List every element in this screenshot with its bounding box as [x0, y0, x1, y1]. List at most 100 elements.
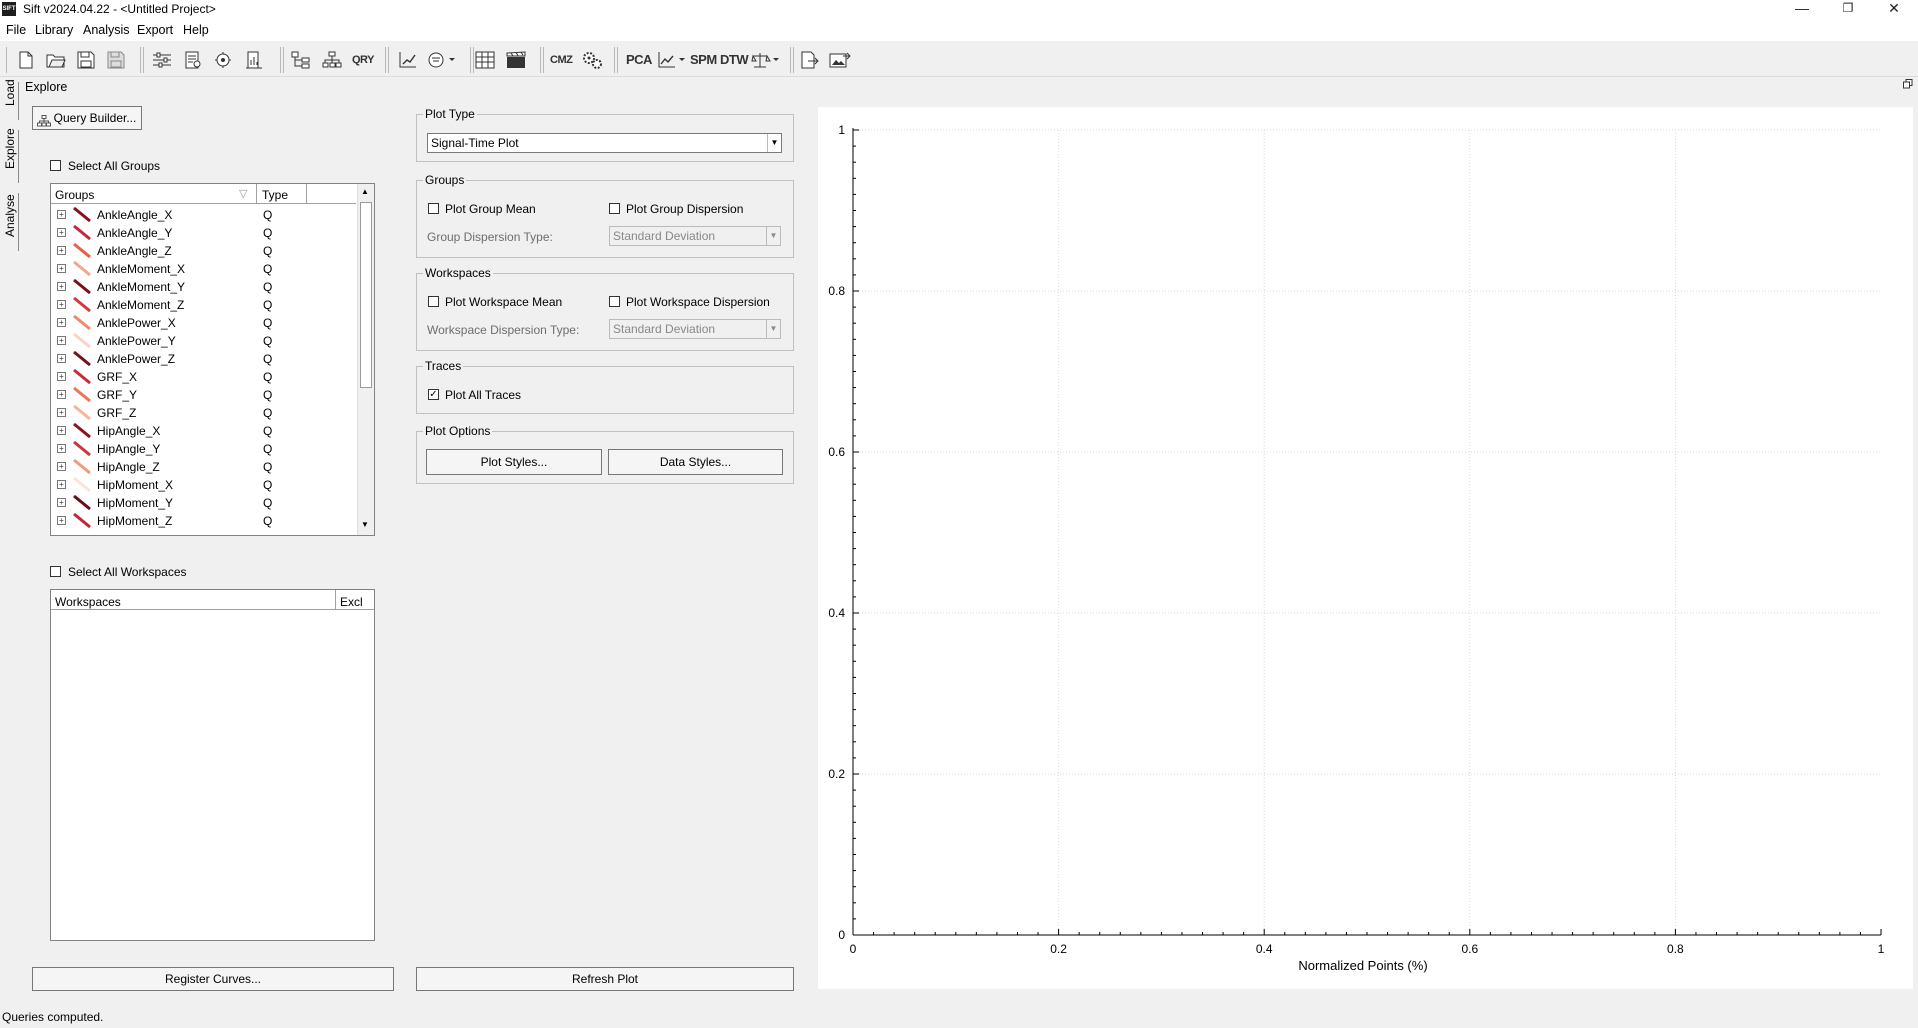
expand-icon[interactable]: +: [57, 462, 66, 471]
cmz-icon[interactable]: CMZ: [550, 49, 573, 71]
workspace-dispersion-type-select[interactable]: Standard Deviation ▼: [609, 319, 781, 339]
table-row[interactable]: + HipMoment_Y Q: [51, 494, 356, 512]
column-header-type[interactable]: Type: [262, 188, 288, 202]
table-row[interactable]: + GRF_Z Q: [51, 404, 356, 422]
column-header-excl[interactable]: Excl: [340, 595, 363, 609]
expand-icon[interactable]: +: [57, 300, 66, 309]
table-row[interactable]: + AnkleAngle_Y Q: [51, 224, 356, 242]
refresh-plot-button[interactable]: Refresh Plot: [416, 967, 794, 991]
table-row[interactable]: + GRF_Y Q: [51, 386, 356, 404]
expand-icon[interactable]: +: [57, 390, 66, 399]
menu-analysis[interactable]: Analysis: [83, 23, 130, 37]
table-row[interactable]: + HipAngle_X Q: [51, 422, 356, 440]
hierarchy-icon[interactable]: [320, 49, 344, 71]
expand-icon[interactable]: +: [57, 336, 66, 345]
groups-table[interactable]: Groups ▽ Type + AnkleAngle_X Q + AnkleAngle_…: [50, 183, 375, 536]
expand-icon[interactable]: +: [57, 354, 66, 363]
table-row[interactable]: + AnkleMoment_X Q: [51, 260, 356, 278]
groups-scrollbar[interactable]: ▲ ▼: [357, 184, 374, 535]
table-row[interactable]: + AnklePower_Y Q: [51, 332, 356, 350]
scroll-down-icon[interactable]: ▼: [361, 520, 369, 529]
filter-dropdown-icon[interactable]: [426, 49, 458, 71]
sliders-icon[interactable]: [150, 49, 174, 71]
table-row[interactable]: + HipAngle_Y Q: [51, 440, 356, 458]
expand-icon[interactable]: +: [57, 498, 66, 507]
minimize-button[interactable]: —: [1782, 0, 1822, 19]
scroll-up-icon[interactable]: ▲: [361, 187, 369, 196]
plot-workspace-dispersion-checkbox[interactable]: [609, 296, 620, 307]
save-icon[interactable]: [74, 49, 98, 71]
expand-icon[interactable]: +: [57, 480, 66, 489]
filter-icon[interactable]: ▽: [239, 187, 247, 200]
pca-icon[interactable]: PCA: [626, 49, 652, 71]
x-axis-label: Normalized Points (%): [1298, 958, 1428, 973]
table-row[interactable]: + AnkleAngle_X Q: [51, 206, 356, 224]
table-row[interactable]: + AnklePower_Z Q: [51, 350, 356, 368]
expand-icon[interactable]: +: [57, 282, 66, 291]
expand-icon[interactable]: +: [57, 426, 66, 435]
query-builder-button[interactable]: Query Builder...: [32, 106, 142, 130]
tree-view-icon[interactable]: [289, 49, 313, 71]
plot-area[interactable]: 0 0.2 0.4 0.6 0.8 1 0 0.2 0.4 0.6 0.8 1 Normalized …: [818, 107, 1913, 989]
export-image-icon[interactable]: [828, 49, 852, 71]
plot-group-mean-checkbox[interactable]: [428, 203, 439, 214]
line-chart-dropdown-icon[interactable]: [656, 49, 688, 71]
expand-icon[interactable]: +: [57, 516, 66, 525]
workspaces-table[interactable]: Workspaces Excl: [50, 589, 375, 941]
expand-icon[interactable]: +: [57, 444, 66, 453]
dtw-icon[interactable]: DTW: [720, 49, 749, 71]
menu-export[interactable]: Export: [137, 23, 173, 37]
group-dispersion-type-select[interactable]: Standard Deviation ▼: [609, 226, 781, 246]
expand-icon[interactable]: +: [57, 372, 66, 381]
list-settings-icon[interactable]: [181, 49, 205, 71]
menu-help[interactable]: Help: [183, 23, 209, 37]
maximize-button[interactable]: ❐: [1828, 0, 1868, 19]
expand-icon[interactable]: +: [57, 264, 66, 273]
close-button[interactable]: ✕: [1874, 0, 1914, 19]
register-curves-button[interactable]: Register Curves...: [32, 967, 394, 991]
save-as-icon[interactable]: [104, 49, 128, 71]
gears-icon[interactable]: [580, 49, 604, 71]
export-document-icon[interactable]: [798, 49, 822, 71]
table-row[interactable]: + AnklePower_X Q: [51, 314, 356, 332]
tab-load[interactable]: Load: [3, 79, 19, 120]
table-row[interactable]: + HipAngle_Z Q: [51, 458, 356, 476]
menu-file[interactable]: File: [6, 23, 26, 37]
document-chart-icon[interactable]: [242, 49, 266, 71]
table-row[interactable]: + HipMoment_Z Q: [51, 512, 356, 530]
dial-settings-icon[interactable]: [211, 49, 235, 71]
float-panel-icon[interactable]: [1903, 78, 1913, 89]
new-file-icon[interactable]: [14, 49, 38, 71]
expand-icon[interactable]: +: [57, 246, 66, 255]
tab-explore[interactable]: Explore: [3, 128, 19, 183]
table-row[interactable]: + AnkleAngle_Z Q: [51, 242, 356, 260]
column-header-workspaces[interactable]: Workspaces: [55, 595, 121, 609]
plot-group-dispersion-checkbox[interactable]: [609, 203, 620, 214]
clapperboard-icon[interactable]: [504, 49, 528, 71]
plot-all-traces-checkbox[interactable]: ✓: [428, 389, 439, 400]
query-icon[interactable]: QRY: [352, 49, 374, 71]
spreadsheet-icon[interactable]: [473, 49, 497, 71]
select-all-groups-checkbox[interactable]: [50, 160, 61, 171]
expand-icon[interactable]: +: [57, 318, 66, 327]
spm-icon[interactable]: SPM: [690, 49, 717, 71]
column-header-groups[interactable]: Groups: [55, 188, 94, 202]
plot-workspace-mean-checkbox[interactable]: [428, 296, 439, 307]
table-row[interactable]: + HipMoment_X Q: [51, 476, 356, 494]
expand-icon[interactable]: +: [57, 210, 66, 219]
expand-icon[interactable]: +: [57, 228, 66, 237]
table-row[interactable]: + AnkleMoment_Z Q: [51, 296, 356, 314]
menu-library[interactable]: Library: [35, 23, 73, 37]
pen-chart-icon[interactable]: [396, 49, 420, 71]
scale-dropdown-icon[interactable]: [750, 49, 782, 71]
select-all-workspaces-checkbox[interactable]: [50, 566, 61, 577]
open-folder-icon[interactable]: [44, 49, 68, 71]
table-row[interactable]: + AnkleMoment_Y Q: [51, 278, 356, 296]
plot-styles-button[interactable]: Plot Styles...: [426, 449, 602, 475]
data-styles-button[interactable]: Data Styles...: [608, 449, 783, 475]
tab-analyse[interactable]: Analyse: [3, 193, 19, 251]
table-row[interactable]: + GRF_X Q: [51, 368, 356, 386]
plot-type-select[interactable]: Signal-Time Plot ▼: [427, 133, 782, 153]
expand-icon[interactable]: +: [57, 408, 66, 417]
scrollbar-thumb[interactable]: [360, 202, 372, 388]
